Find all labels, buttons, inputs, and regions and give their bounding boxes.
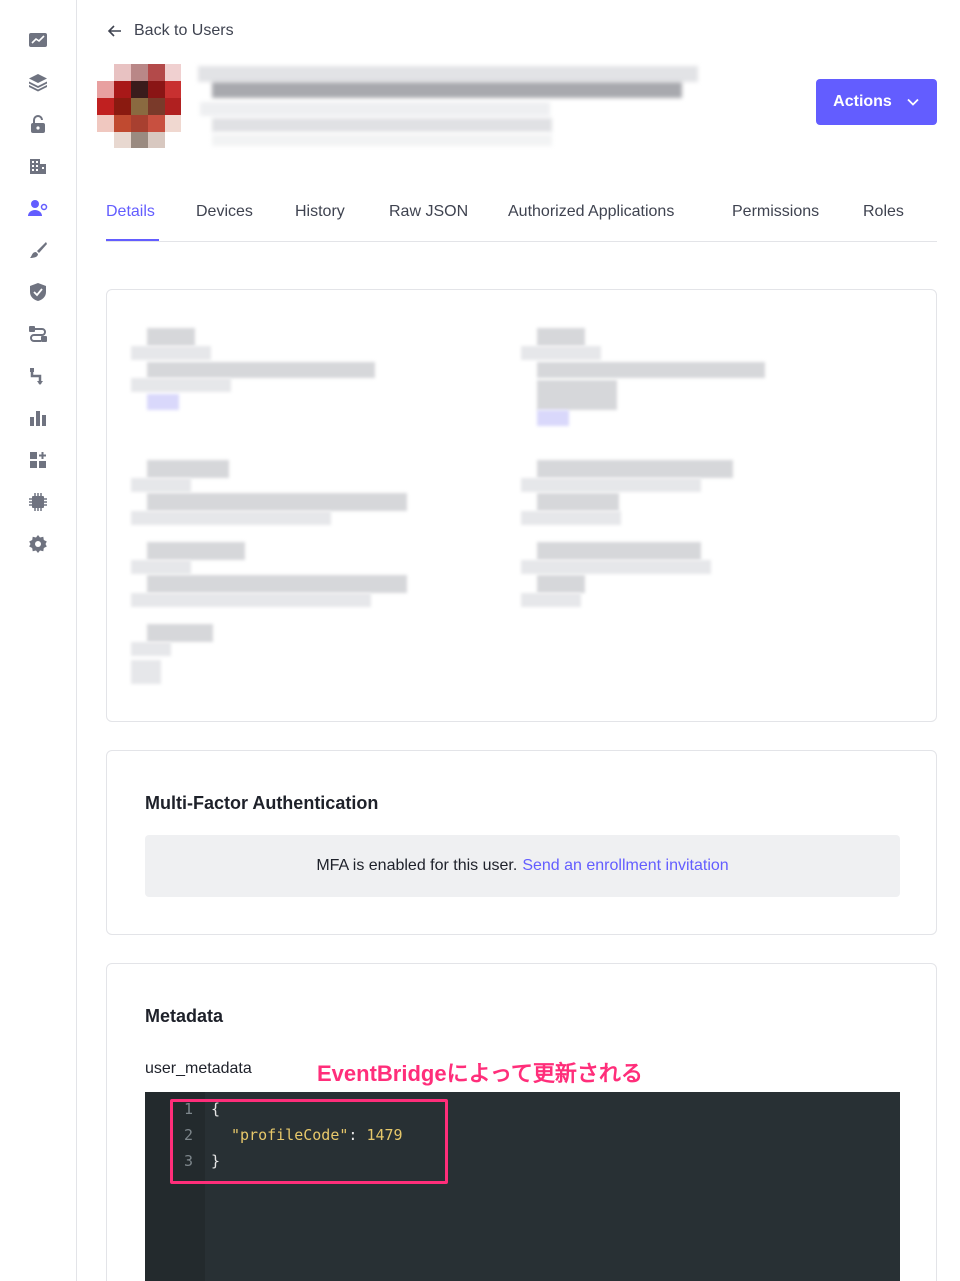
redacted-field-label-shadow bbox=[131, 346, 211, 360]
redacted-field-value bbox=[131, 660, 161, 684]
redacted-field-label bbox=[147, 542, 245, 560]
monitoring-chart-icon[interactable] bbox=[26, 406, 50, 430]
redacted-field-value-shadow bbox=[131, 593, 371, 607]
redacted-field-label-shadow bbox=[521, 346, 601, 360]
tab-history[interactable]: History bbox=[295, 203, 345, 221]
tab-authorized-applications[interactable]: Authorized Applications bbox=[508, 203, 674, 221]
redacted-field-label-shadow bbox=[521, 560, 711, 574]
active-tab-indicator bbox=[106, 239, 159, 241]
redacted-field-value bbox=[147, 493, 407, 511]
tab-devices[interactable]: Devices bbox=[196, 203, 253, 221]
tab-roles[interactable]: Roles bbox=[863, 203, 904, 221]
redacted-field-label bbox=[537, 542, 701, 560]
redacted-user-name bbox=[198, 66, 698, 82]
marketplace-icon[interactable] bbox=[26, 448, 50, 472]
redacted-field-label bbox=[147, 460, 229, 478]
activity-icon[interactable] bbox=[26, 28, 50, 52]
redacted-field-label bbox=[147, 624, 213, 642]
redacted-field-value-shadow bbox=[521, 511, 621, 525]
user-metadata-editor[interactable]: 1 { 2 "profileCode": 1479 3 } bbox=[145, 1092, 900, 1281]
redacted-field-value bbox=[147, 362, 375, 378]
redacted-field-value bbox=[537, 575, 585, 593]
lock-icon[interactable] bbox=[26, 112, 50, 136]
send-enrollment-invitation-link[interactable]: Send an enrollment invitation bbox=[522, 857, 728, 875]
redacted-field-label-shadow bbox=[521, 478, 701, 492]
pipeline-icon[interactable] bbox=[26, 322, 50, 346]
mfa-title: Multi-Factor Authentication bbox=[145, 793, 379, 813]
settings-gear-icon[interactable] bbox=[26, 532, 50, 556]
annotation-text: EventBridgeによって更新される bbox=[317, 1061, 643, 1086]
branding-brush-icon[interactable] bbox=[26, 238, 50, 262]
user-metadata-label: user_metadata bbox=[145, 1060, 252, 1077]
redacted-field-link bbox=[537, 410, 569, 426]
chevron-down-icon bbox=[907, 98, 919, 106]
redacted-field-value bbox=[537, 493, 619, 511]
redacted-user-extra bbox=[212, 134, 552, 146]
metadata-card: Metadata user_metadata EventBridgeによって更新… bbox=[106, 963, 937, 1281]
redacted-field-link bbox=[147, 394, 179, 410]
back-to-users-link[interactable]: Back to Users bbox=[106, 22, 234, 40]
details-card bbox=[106, 289, 937, 722]
actions-dropdown-button[interactable]: Actions bbox=[816, 79, 937, 125]
redacted-field-label-shadow bbox=[131, 560, 191, 574]
avatar bbox=[97, 64, 181, 148]
tab-details[interactable]: Details bbox=[106, 203, 155, 221]
mfa-status-text: MFA is enabled for this user. bbox=[316, 857, 518, 874]
mfa-status-box: MFA is enabled for this user. Send an en… bbox=[145, 835, 900, 897]
metadata-title: Metadata bbox=[145, 1006, 224, 1026]
actions-label: Actions bbox=[833, 93, 892, 110]
redacted-field-label-shadow bbox=[131, 478, 191, 492]
sidebar bbox=[0, 0, 77, 1281]
extensions-chip-icon[interactable] bbox=[26, 490, 50, 514]
redacted-field-label bbox=[537, 460, 733, 478]
actions-flow-icon[interactable] bbox=[26, 364, 50, 388]
annotation-highlight-box bbox=[170, 1099, 448, 1184]
redacted-field-value bbox=[147, 575, 407, 593]
redacted-user-id bbox=[212, 118, 552, 132]
redacted-field-value bbox=[537, 362, 765, 378]
back-label: Back to Users bbox=[134, 22, 234, 39]
redacted-field-value-shadow bbox=[521, 593, 581, 607]
arrow-left-icon bbox=[107, 25, 121, 37]
redacted-field-value-shadow bbox=[131, 511, 331, 525]
tab-bar: Details Devices History Raw JSON Authori… bbox=[106, 196, 937, 242]
redacted-field-label bbox=[537, 328, 585, 346]
organizations-icon[interactable] bbox=[26, 154, 50, 178]
mfa-card: Multi-Factor Authentication MFA is enabl… bbox=[106, 750, 937, 935]
layers-icon[interactable] bbox=[26, 70, 50, 94]
tab-raw-json[interactable]: Raw JSON bbox=[389, 203, 468, 221]
redacted-field-value-shadow bbox=[131, 378, 231, 392]
redacted-field-label-shadow bbox=[131, 642, 171, 656]
user-management-icon[interactable] bbox=[26, 196, 50, 220]
redacted-field-label bbox=[147, 328, 195, 346]
security-shield-icon[interactable] bbox=[26, 280, 50, 304]
redacted-field-value-shadow bbox=[537, 380, 617, 410]
redacted-user-email bbox=[200, 102, 550, 116]
tab-permissions[interactable]: Permissions bbox=[732, 203, 819, 221]
redacted-user-name-bar bbox=[212, 82, 682, 98]
